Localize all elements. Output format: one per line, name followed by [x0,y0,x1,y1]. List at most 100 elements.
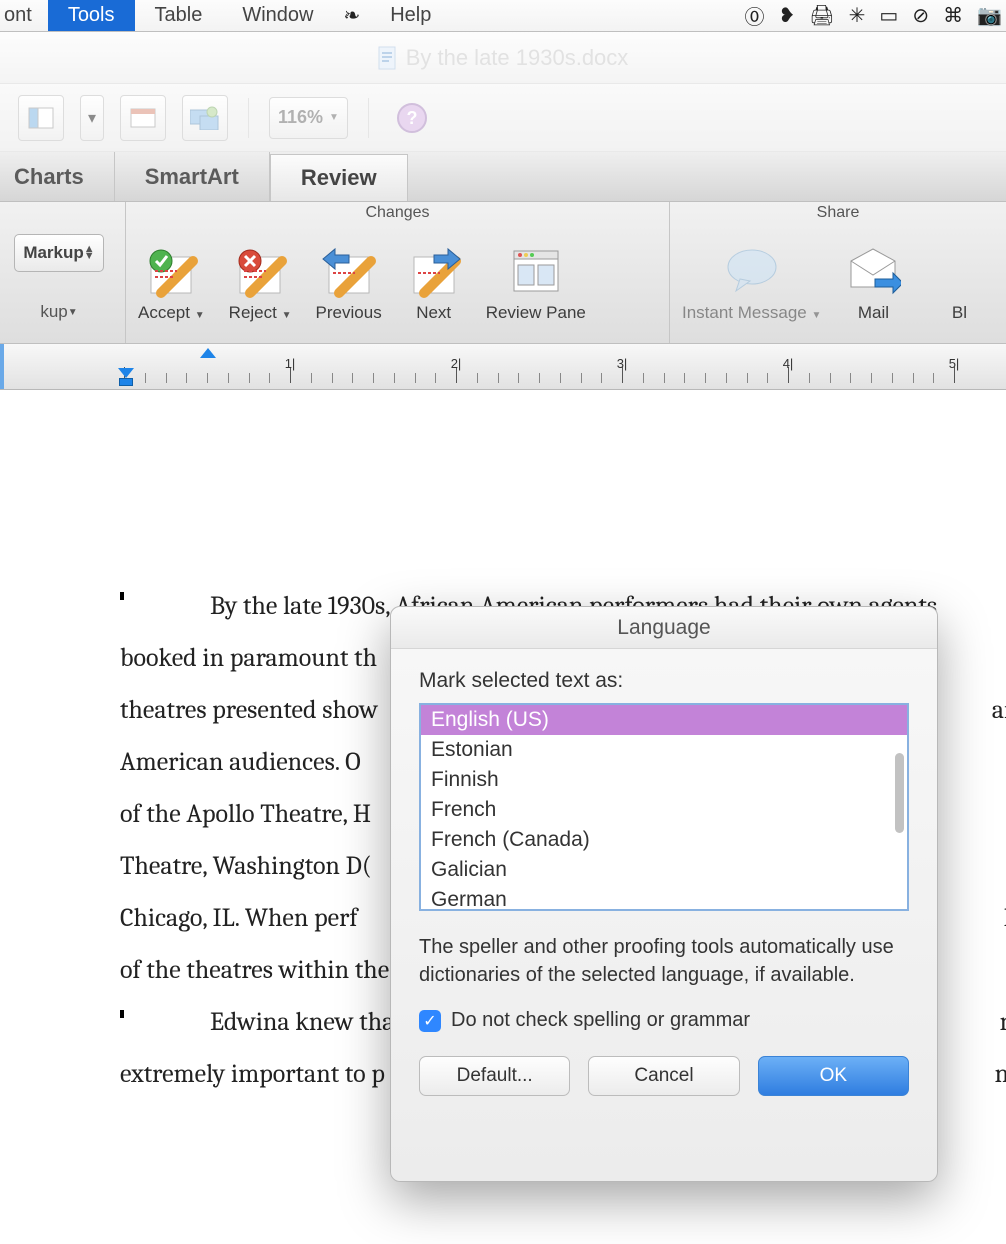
previous-label: Previous [316,303,382,323]
ok-button[interactable]: OK [758,1056,909,1096]
cancel-button[interactable]: Cancel [588,1056,739,1096]
first-line-indent-marker[interactable] [200,348,216,358]
toolbar-separator [368,98,369,138]
sidebar-toggle-button[interactable] [18,95,64,141]
scrollbar-thumb[interactable] [895,753,904,833]
language-option[interactable]: French (Canada) [421,825,907,855]
chevron-down-icon[interactable]: ▼ [192,310,205,321]
blog-icon [931,243,987,299]
keyboard-shortcut-icon[interactable]: ⌘ [943,3,963,28]
reject-icon [232,243,288,299]
svg-text:?: ? [406,108,417,128]
chevron-down-icon: ▼ [809,310,822,321]
menu-window[interactable]: Window [222,0,333,31]
language-option[interactable]: French [421,795,907,825]
dialog-label: Mark selected text as: [419,669,909,693]
brightness-icon[interactable]: ✳ [849,3,866,28]
button-label: Cancel [634,1065,693,1087]
left-indent-marker[interactable] [119,378,133,386]
ribbon-body: Markup ▲▼ kup ▼ Changes Accept ▼ [0,202,1006,344]
menu-help[interactable]: Help [370,0,451,31]
menubar-status-area: 🄋 ❥ 🖨 ✳ ▭ ⊘ ⌘ 📷 [745,0,1006,31]
accept-label: Accept [138,303,190,322]
menu-label: Help [390,4,431,27]
stepper-icon: ▲▼ [84,246,95,260]
markup-display-selector[interactable]: Markup ▲▼ [14,234,103,272]
media-browser-button[interactable] [182,95,228,141]
previous-button[interactable]: Previous [304,239,394,331]
blog-label: Bl [952,303,967,323]
group-tracking: Markup ▲▼ kup ▼ [0,202,126,343]
document-titlebar: By the late 1930s.docx [0,32,1006,84]
language-list[interactable]: English (US)EstonianFinnishFrenchFrench … [419,703,909,911]
dialog-title: Language [391,607,937,649]
chevron-down-icon: ▼ [68,307,78,318]
hanging-indent-marker[interactable] [118,368,134,378]
zoom-selector[interactable]: 116% ▼ [269,97,348,139]
standard-toolbar: ▾ 116% ▼ ? [0,84,1006,152]
camera-icon[interactable]: 📷 [977,3,1002,28]
blog-button-cut[interactable]: Bl [913,239,999,331]
language-dialog: Language Mark selected text as: English … [390,606,938,1182]
document-icon [378,46,398,70]
menu-script-icon[interactable]: ❧ [333,0,370,31]
default-button[interactable]: Default... [419,1056,570,1096]
mail-button[interactable]: Mail [833,239,913,331]
checkbox-row[interactable]: ✓ Do not check spelling or grammar [419,1009,909,1032]
language-option[interactable]: Galician [421,855,907,885]
accept-button[interactable]: Accept ▼ [126,239,217,331]
menu-font-cut[interactable]: ont [0,0,48,31]
review-pane-icon [508,243,564,299]
menu-tools[interactable]: Tools [48,0,135,31]
toolbar-separator [248,98,249,138]
chevron-down-icon[interactable]: ▼ [279,310,292,321]
tab-label: Charts [14,164,84,190]
reject-label: Reject [229,303,277,322]
mail-icon [845,243,901,299]
menu-label: ont [4,4,32,27]
tab-charts[interactable]: Charts [0,152,115,201]
document-title-text: By the late 1930s.docx [406,45,629,71]
zoom-value: 116% [278,107,323,128]
chat-bubble-icon [724,243,780,299]
instant-message-button: Instant Message ▼ [670,239,833,331]
next-icon [406,243,462,299]
horizontal-ruler[interactable]: 1|2|3|4|5| [0,344,1006,390]
reject-button[interactable]: Reject ▼ [217,239,304,331]
tab-smartart[interactable]: SmartArt [115,152,270,201]
menu-label: Window [242,4,313,27]
checkbox-checked-icon[interactable]: ✓ [419,1010,441,1032]
markup-secondary-label: kup [40,302,67,322]
dropdown-icon: ▼ [329,112,339,123]
view-options-button[interactable] [120,95,166,141]
next-button[interactable]: Next [394,239,474,331]
instant-message-label: Instant Message [682,303,807,322]
evernote-icon[interactable]: ❥ [779,3,796,28]
tab-review[interactable]: Review [270,154,408,201]
group-share: Share Instant Message ▼ Mail Bl [670,202,1006,343]
dialog-info-text: The speller and other proofing tools aut… [419,933,909,989]
markup-label: Markup [23,243,83,263]
sidebar-dropdown-button[interactable]: ▾ [80,95,104,141]
group-changes: Changes Accept ▼ Reject ▼ Previous [126,202,670,343]
script-icon: ❧ [343,3,360,28]
accept-icon [143,243,199,299]
language-option[interactable]: English (US) [421,705,907,735]
display-icon[interactable]: ▭ [879,3,898,28]
keychain-icon[interactable]: 🄋 [745,1,765,30]
language-option[interactable]: Estonian [421,735,907,765]
menu-table[interactable]: Table [135,0,223,31]
mail-label: Mail [858,303,889,323]
help-button[interactable]: ? [389,95,435,141]
menu-label: Table [155,4,203,27]
previous-icon [321,243,377,299]
language-option[interactable]: German [421,885,907,911]
ribbon-tabs: Charts SmartArt Review [0,152,1006,202]
language-option[interactable]: Finnish [421,765,907,795]
markup-secondary-selector[interactable]: kup ▼ [36,302,81,322]
do-not-disturb-icon[interactable]: ⊘ [912,3,929,28]
next-label: Next [416,303,451,323]
printer-icon[interactable]: 🖨 [809,3,834,28]
review-pane-button[interactable]: Review Pane [474,239,598,331]
checkbox-label: Do not check spelling or grammar [451,1009,750,1032]
